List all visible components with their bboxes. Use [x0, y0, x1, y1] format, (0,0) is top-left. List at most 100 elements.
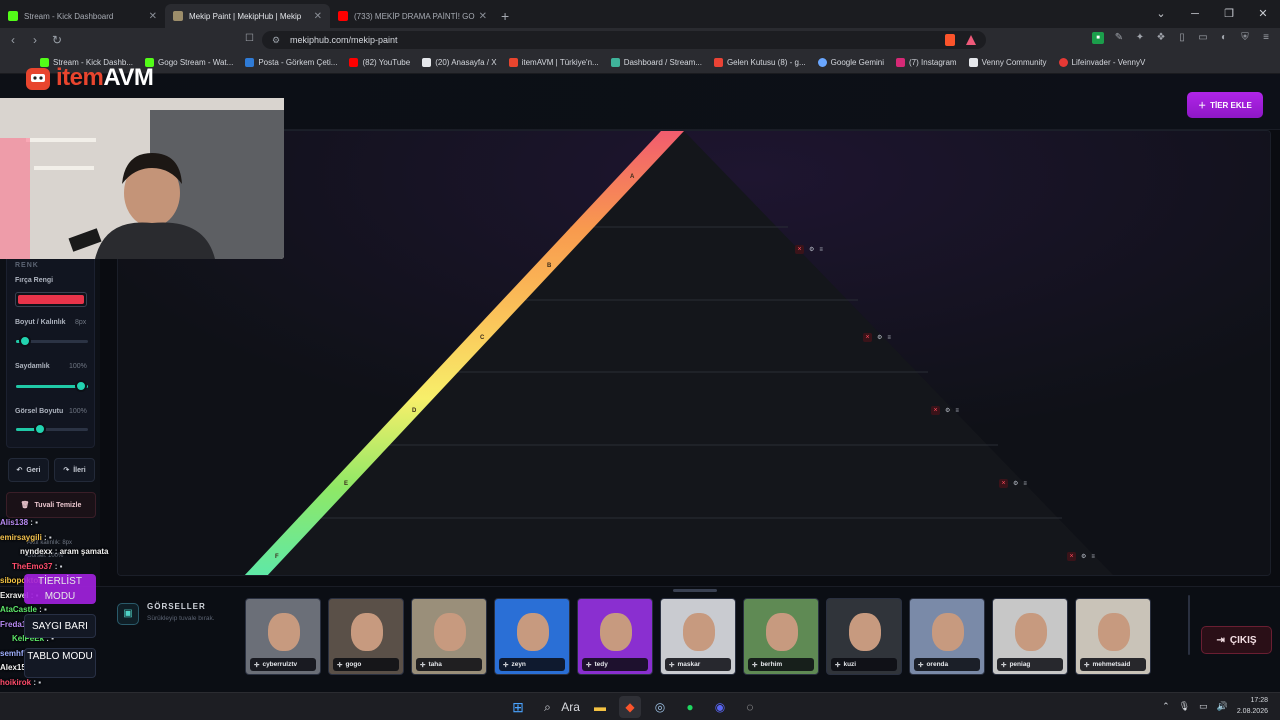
tier-settings-icon[interactable]: ⚙ — [877, 334, 882, 341]
image-size-slider[interactable] — [16, 423, 88, 435]
sidebar-icon[interactable]: ▯ — [1176, 32, 1188, 44]
taskbar-search[interactable]: ⌕ Ara — [537, 696, 581, 718]
close-tab-icon[interactable]: ✕ — [149, 11, 157, 22]
size-slider[interactable] — [16, 335, 88, 347]
image-card[interactable]: ✛ taha — [411, 598, 487, 675]
table-mode-button[interactable]: TABLO MODU — [24, 648, 96, 678]
shield-icon[interactable]: ⛨ — [1239, 32, 1251, 44]
opacity-slider[interactable] — [16, 380, 88, 392]
bookmark-icon[interactable]: ☐ — [245, 33, 254, 44]
add-icon: ✛ — [503, 661, 509, 669]
tray-expand-icon[interactable]: ⌃ — [1162, 701, 1170, 712]
obs-icon[interactable]: ◌ — [739, 696, 761, 718]
tab-mekip-paint[interactable]: Mekip Paint | MekipHub | Mekip ✕ — [165, 4, 330, 28]
slider-knob[interactable] — [75, 380, 87, 392]
volume-icon[interactable]: 🔊 — [1217, 701, 1228, 712]
minimize-icon[interactable]: ─ — [1178, 0, 1212, 28]
image-card[interactable]: ✛ kuzi — [826, 598, 902, 675]
bookmark-item[interactable]: (82) YouTube — [349, 58, 410, 67]
tab-search-icon[interactable]: ⌄ — [1144, 0, 1178, 28]
bookmark-item[interactable]: itemAVM | Türkiye'n... — [508, 58, 599, 67]
image-card[interactable]: ✛ tedy — [577, 598, 653, 675]
brave-rewards-icon[interactable] — [966, 35, 976, 45]
redo-button[interactable]: ↷ İleri — [54, 458, 95, 482]
tab-youtube[interactable]: (733) MEKİP DRAMA PAİNTİ! GOGO ✕ — [330, 4, 495, 28]
image-card[interactable]: ✛ maskar — [660, 598, 736, 675]
tier-pyramid[interactable]: A B C D E F — [118, 131, 1271, 576]
tier-settings-icon[interactable]: ⚙ — [945, 407, 950, 414]
microphone-icon[interactable]: 🎙 — [1179, 701, 1190, 712]
bookmark-item[interactable]: Gogo Stream - Wat... — [145, 58, 233, 67]
maximize-icon[interactable]: ❐ — [1212, 0, 1246, 28]
bookmark-item[interactable]: Posta - Görkem Çeti... — [245, 58, 337, 67]
drag-handle-icon[interactable]: ≡ — [819, 247, 823, 253]
clear-canvas-button[interactable]: 🗑 Tuvali Temizle — [6, 492, 96, 518]
drag-handle-icon[interactable]: ≡ — [1023, 481, 1027, 487]
extension-icon[interactable]: ✎ — [1113, 32, 1125, 44]
bookmark-item[interactable]: Gelen Kutusu (8) - g... — [713, 58, 806, 67]
discord-icon[interactable]: ◉ — [709, 696, 731, 718]
drag-handle-icon[interactable]: ≡ — [1091, 554, 1095, 560]
brave-icon[interactable]: ◆ — [619, 696, 641, 718]
extension-icon[interactable]: ■ — [1092, 32, 1104, 44]
tier-settings-icon[interactable]: ⚙ — [809, 246, 814, 253]
file-explorer-icon[interactable]: ▬ — [589, 696, 611, 718]
close-tab-icon[interactable]: ✕ — [314, 11, 322, 22]
menu-icon[interactable]: ≡ — [1260, 32, 1272, 44]
steam-icon[interactable]: ◎ — [649, 696, 671, 718]
respect-bar-button[interactable]: SAYGI BARI — [24, 614, 96, 638]
site-info-icon[interactable]: ⚙ — [272, 31, 280, 49]
delete-tier-icon[interactable]: × — [863, 333, 872, 342]
close-window-icon[interactable]: ✕ — [1246, 0, 1280, 28]
slider-knob[interactable] — [34, 423, 46, 435]
add-tier-button[interactable]: ＋ TİER EKLE — [1187, 92, 1263, 118]
delete-tier-icon[interactable]: × — [795, 245, 804, 254]
image-card[interactable]: ✛ orenda — [909, 598, 985, 675]
bookmark-item[interactable]: Lifeinvader - VennyV — [1058, 58, 1145, 67]
image-card[interactable]: ✛ gogo — [328, 598, 404, 675]
image-card[interactable]: ✛ zeyn — [494, 598, 570, 675]
brush-color-swatch[interactable] — [15, 292, 87, 307]
drag-handle-icon[interactable]: ≡ — [887, 335, 891, 341]
exit-button[interactable]: ⇥ ÇIKIŞ — [1201, 626, 1272, 654]
display-icon[interactable]: ▭ — [1199, 701, 1208, 712]
drag-handle-icon[interactable]: ≡ — [955, 408, 959, 414]
tray-resize-handle[interactable] — [673, 589, 717, 592]
bookmark-item[interactable]: (7) Instagram — [896, 58, 957, 67]
tab-kick-dashboard[interactable]: Stream - Kick Dashboard ✕ — [0, 4, 165, 28]
tray-scrollbar[interactable] — [1188, 595, 1190, 655]
image-card[interactable]: ✛ mehmetsaid — [1075, 598, 1151, 675]
forward-icon[interactable]: › — [24, 33, 46, 47]
delete-tier-icon[interactable]: × — [999, 479, 1008, 488]
extensions-icon[interactable]: ✦ — [1134, 32, 1146, 44]
delete-tier-icon[interactable]: × — [1067, 552, 1076, 561]
wallet-icon[interactable]: ▭ — [1197, 32, 1209, 44]
tierlist-mode-button[interactable]: TİERLİST MODU — [24, 574, 96, 604]
tier-settings-icon[interactable]: ⚙ — [1013, 480, 1018, 487]
slider-knob[interactable] — [19, 335, 31, 347]
image-card[interactable]: ✛ cyberrulztv — [245, 598, 321, 675]
logout-icon: ⇥ — [1216, 634, 1225, 646]
bookmark-item[interactable]: (20) Anasayfa / X — [422, 58, 497, 67]
image-name: ✛ berhim — [748, 658, 814, 671]
image-card[interactable]: ✛ berhim — [743, 598, 819, 675]
spotify-icon[interactable]: ● — [679, 696, 701, 718]
url-field[interactable]: ⚙ mekiphub.com/mekip-paint — [262, 31, 986, 49]
bookmark-item[interactable]: Dashboard / Stream... — [610, 58, 702, 67]
image-card[interactable]: ✛ peniag — [992, 598, 1068, 675]
tier-settings-icon[interactable]: ⚙ — [1081, 553, 1086, 560]
brave-shield-icon[interactable] — [945, 34, 955, 46]
reload-icon[interactable]: ↻ — [46, 33, 68, 47]
windows-start-icon[interactable]: ⊞ — [507, 696, 529, 718]
paint-canvas[interactable]: A B C D E F × ⚙ ≡ × ⚙ ≡ × ⚙ ≡ × ⚙ ≡ × ⚙ ≡ — [117, 130, 1271, 576]
bookmark-item[interactable]: Google Gemini — [817, 58, 884, 67]
extension-icon[interactable]: ❖ — [1155, 32, 1167, 44]
undo-button[interactable]: ↶ Geri — [8, 458, 49, 482]
new-tab-icon[interactable]: + — [501, 4, 509, 28]
delete-tier-icon[interactable]: × — [931, 406, 940, 415]
close-tab-icon[interactable]: ✕ — [479, 11, 487, 22]
bookmark-item[interactable]: Venny Community — [968, 58, 1047, 67]
taskbar-clock[interactable]: 17:28 2.08.2026 — [1237, 695, 1268, 717]
back-icon[interactable]: ‹ — [2, 33, 24, 47]
vpn-icon[interactable]: ◐ — [1218, 32, 1230, 44]
